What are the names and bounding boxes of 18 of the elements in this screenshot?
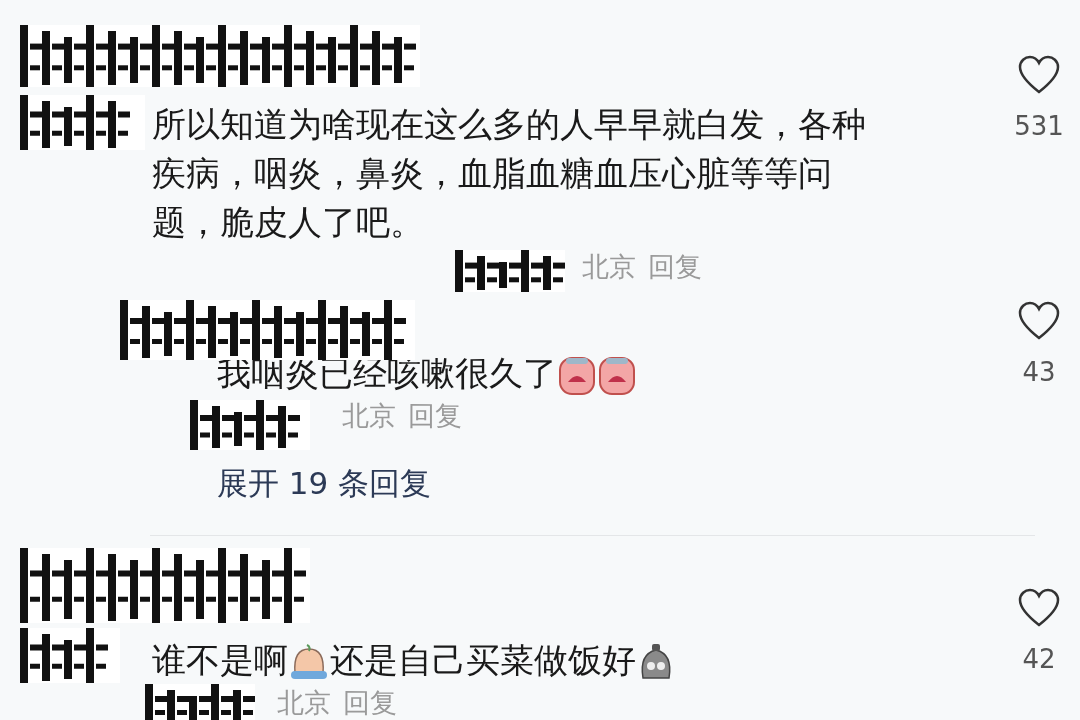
reply-link[interactable]: 回复 bbox=[648, 251, 702, 282]
reply-link[interactable]: 回复 bbox=[408, 400, 462, 431]
like-icon[interactable] bbox=[1017, 587, 1061, 628]
comment-text: 谁不是啊 还是自己买菜做饭好 bbox=[152, 637, 932, 683]
like-count: 42 bbox=[1022, 642, 1056, 676]
emoji-icon bbox=[558, 355, 596, 396]
emoji-icon bbox=[289, 643, 329, 681]
like-icon[interactable] bbox=[1017, 55, 1061, 95]
comment-location: 北京 bbox=[582, 251, 636, 282]
reply-link[interactable]: 回复 bbox=[343, 686, 397, 718]
comment-text: 所以知道为啥现在这么多的人早早就白发，各种疾病，咽炎，鼻炎，血脂血糖血压心脏等等问题，脆皮人了吧。 bbox=[152, 103, 867, 244]
comment-location: 北京 bbox=[277, 686, 331, 718]
emoji-icon bbox=[598, 355, 636, 396]
like-count: 531 bbox=[1014, 110, 1064, 143]
like-icon[interactable] bbox=[1017, 301, 1061, 341]
comment-location: 北京 bbox=[342, 400, 396, 431]
like-count: 43 bbox=[1022, 356, 1056, 389]
expand-replies-link[interactable]: 展开 19 条回复 bbox=[217, 465, 432, 501]
